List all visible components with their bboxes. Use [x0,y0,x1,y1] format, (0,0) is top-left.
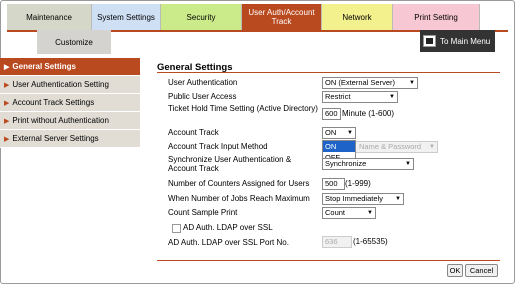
sidebar-item-print-without-authentication[interactable]: ▶ Print without Authentication [0,112,140,130]
account-track-value: ON [325,128,337,137]
main-menu-icon [423,35,436,47]
ad-auth-port-unit: (1-65535) [353,237,388,246]
public-user-access-label: Public User Access [168,92,237,101]
sidebar-item-label: Print without Authentication [12,116,109,125]
tab-network[interactable]: Network [322,4,393,30]
dropdown-arrow-icon: ▼ [409,80,415,86]
dropdown-arrow-icon: ▼ [347,130,353,136]
ad-auth-ssl-checkbox[interactable] [172,224,181,233]
ad-auth-ssl-label: AD Auth. LDAP over SSL [183,223,273,232]
sidebar-item-label: External Server Settings [12,134,99,143]
tab-security[interactable]: Security [161,4,242,30]
sidebar-item-label: Account Track Settings [12,98,95,107]
dropdown-arrow-icon: ▼ [395,196,401,202]
ad-auth-port-label: AD Auth. LDAP over SSL Port No. [168,238,289,247]
account-track-select[interactable]: ON ▼ [322,127,356,139]
synchronize-select[interactable]: Synchronize ▼ [322,158,414,170]
ok-button[interactable]: OK [447,264,463,277]
dropdown-arrow-icon: ▼ [429,144,435,150]
tab-system-settings[interactable]: System Settings [92,4,161,30]
count-sample-select[interactable]: Count ▼ [322,207,376,219]
jobs-max-label: When Number of Jobs Reach Maximum [168,194,310,203]
count-sample-value: Count [325,208,346,217]
ad-auth-port-input[interactable]: 636 [322,236,352,248]
jobs-max-value: Stop Immediately [325,194,383,203]
public-user-access-select[interactable]: Restrict ▼ [322,91,398,103]
user-authentication-value: ON (External Server) [325,78,396,87]
tab-blank [480,4,508,30]
user-authentication-label: User Authentication [168,78,238,87]
synchronize-value: Synchronize [325,159,367,168]
count-sample-label: Count Sample Print [168,208,238,217]
to-main-menu-label: To Main Menu [440,36,491,46]
tab-user-auth-account-track[interactable]: User Auth/Account Track [242,4,322,30]
sidebar-item-label: General Settings [12,62,76,71]
sidebar-item-external-server-settings[interactable]: ▶ External Server Settings [0,130,140,148]
to-main-menu-button[interactable]: To Main Menu [420,30,495,52]
sidebar: ▶ General Settings ▶ User Authentication S… [0,58,140,148]
sidebar-item-general-settings[interactable]: ▶ General Settings [0,58,140,76]
dropdown-arrow-icon: ▼ [389,94,395,100]
counters-input[interactable]: 500 [322,178,345,190]
cancel-button[interactable]: Cancel [465,264,498,277]
dropdown-arrow-icon: ▼ [405,161,411,167]
account-track-label: Account Track [168,128,219,137]
sidebar-item-user-authentication-setting[interactable]: ▶ User Authentication Setting [0,76,140,94]
ticket-hold-time-label: Ticket Hold Time Setting (Active Directo… [168,104,318,113]
synchronize-label: Synchronize User Authentication & Accoun… [168,155,292,173]
ticket-hold-time-unit: Minute (1-600) [342,109,395,118]
jobs-max-select[interactable]: Stop Immediately ▼ [322,193,404,205]
bottom-divider [157,260,500,261]
tab-maintenance[interactable]: Maintenance [7,4,92,30]
public-user-access-value: Restrict [325,92,351,101]
arrow-right-icon: ▶ [4,63,10,71]
user-authentication-select[interactable]: ON (External Server) ▼ [322,77,418,89]
sidebar-item-account-track-settings[interactable]: ▶ Account Track Settings [0,94,140,112]
customize-button[interactable]: Customize [37,30,111,54]
account-track-input-method-label: Account Track Input Method [168,142,268,151]
counters-unit: (1-999) [345,179,371,188]
arrow-right-icon: ▶ [4,117,10,125]
counters-label: Number of Counters Assigned for Users [168,179,310,188]
tab-print-setting[interactable]: Print Setting [393,4,480,30]
arrow-right-icon: ▶ [4,81,10,89]
title-underline [157,72,500,73]
arrow-right-icon: ▶ [4,99,10,107]
option-on[interactable]: ON [323,141,355,152]
sidebar-item-label: User Authentication Setting [12,80,109,89]
dropdown-arrow-icon: ▼ [367,210,373,216]
ticket-hold-time-input[interactable]: 600 [322,108,341,120]
arrow-right-icon: ▶ [4,135,10,143]
